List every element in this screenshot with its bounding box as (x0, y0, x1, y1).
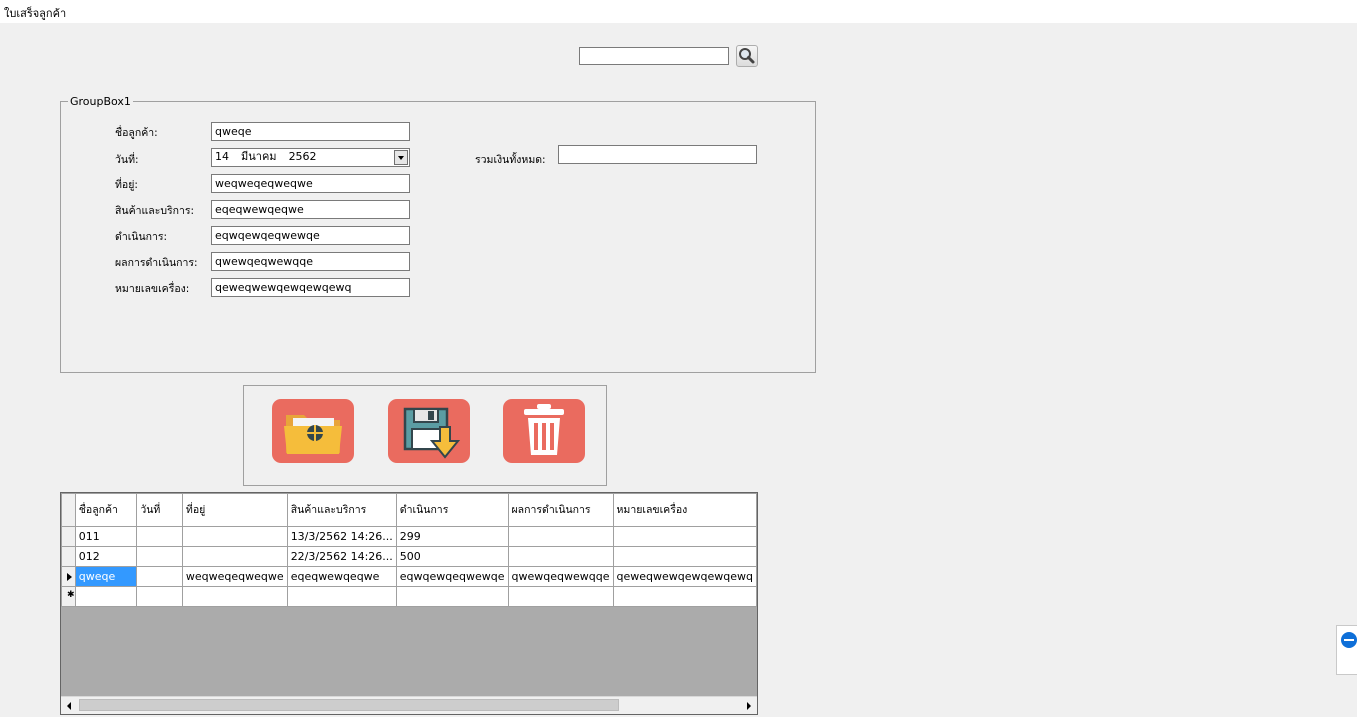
address-label: ที่อยู่: (115, 179, 138, 191)
magnifier-icon (739, 48, 755, 64)
row-header[interactable] (61, 546, 76, 567)
result-label: ผลการดำเนินการ: (115, 257, 198, 269)
customer-field[interactable]: qweqe (211, 122, 410, 141)
cell[interactable] (507, 586, 614, 607)
customer-label: ชื่อลูกค้า: (115, 127, 158, 139)
column-header[interactable]: ชื่อลูกค้า (74, 493, 138, 527)
cell[interactable]: 13/3/2562 14:26... (286, 526, 397, 547)
trash-icon (524, 404, 564, 455)
column-header[interactable]: วันที่ (136, 493, 183, 527)
total-label: รวมเงินทั้งหมด: (475, 154, 546, 166)
cell[interactable] (507, 526, 614, 547)
cell[interactable] (181, 586, 288, 607)
grid-header-row: ชื่อลูกค้า วันที่ ที่อยู่ สินค้าและบริกา… (61, 493, 757, 527)
grid-table: ชื่อลูกค้า วันที่ ที่อยู่ สินค้าและบริกา… (61, 493, 757, 607)
cell[interactable] (136, 586, 183, 607)
total-field[interactable] (558, 145, 757, 164)
corner-header (61, 493, 76, 527)
date-picker[interactable]: 14 มีนาคม 2562 (211, 148, 410, 167)
cell[interactable]: eqeqwewqeqwe (286, 566, 397, 587)
remote-support-icon (1341, 632, 1357, 648)
cell[interactable] (181, 546, 288, 567)
search-input[interactable] (579, 47, 729, 65)
column-header[interactable]: ดำเนินการ (395, 493, 509, 527)
products-label: สินค้าและบริการ: (115, 205, 195, 217)
scroll-right-icon[interactable] (740, 697, 757, 714)
machine-no-field[interactable]: qeweqwewqewqewqewq (211, 278, 410, 297)
row-header[interactable] (61, 566, 76, 587)
cell[interactable] (612, 546, 757, 567)
date-month: มีนาคม (241, 150, 277, 163)
cell[interactable] (136, 546, 183, 567)
horizontal-scrollbar[interactable] (61, 696, 757, 714)
window-title: ใบเสร็จลูกค้า (4, 7, 67, 20)
table-row-new[interactable]: ✱ (61, 586, 757, 607)
cell[interactable] (612, 586, 757, 607)
operation-label: ดำเนินการ: (115, 231, 168, 243)
groupbox (60, 101, 816, 373)
operation-field[interactable]: eqwqewqeqwewqe (211, 226, 410, 245)
cell-selected[interactable]: qweqe (74, 566, 138, 587)
table-row[interactable]: 011 13/3/2562 14:26... 299 (61, 526, 757, 547)
column-header[interactable]: สินค้าและบริการ (286, 493, 397, 527)
current-row-arrow-icon (67, 573, 72, 581)
folder-icon (284, 415, 342, 454)
cell[interactable]: 500 (395, 546, 509, 567)
address-field[interactable]: weqweqeqweqwe (211, 174, 410, 193)
floppy-save-icon (403, 407, 461, 459)
products-field[interactable]: eqeqwewqeqwe (211, 200, 410, 219)
date-day: 14 (215, 150, 229, 163)
cell[interactable] (74, 586, 138, 607)
cell[interactable]: 012 (74, 546, 138, 567)
column-header[interactable]: ที่อยู่ (181, 493, 288, 527)
table-row[interactable]: 012 22/3/2562 14:26... 500 (61, 546, 757, 567)
table-row-current[interactable]: qweqe weqweqeqweqwe eqeqwewqeqwe eqwqewq… (61, 566, 757, 587)
scrollbar-thumb[interactable] (79, 699, 619, 711)
column-header[interactable]: ผลการดำเนินการ (507, 493, 614, 527)
column-header[interactable]: หมายเลขเครื่อง (612, 493, 757, 527)
cell[interactable] (286, 586, 397, 607)
row-header[interactable]: ✱ (61, 586, 76, 607)
remote-support-widget[interactable] (1336, 625, 1357, 675)
save-button[interactable] (388, 399, 470, 463)
scroll-left-icon[interactable] (61, 697, 78, 714)
result-field[interactable]: qwewqeqwewqqe (211, 252, 410, 271)
dropdown-arrow-icon[interactable] (394, 150, 408, 165)
title-bar: ใบเสร็จลูกค้า (0, 0, 1357, 23)
cell[interactable] (395, 586, 509, 607)
cell[interactable] (612, 526, 757, 547)
date-year: 2562 (288, 150, 317, 163)
open-button[interactable] (272, 399, 354, 463)
cell[interactable] (181, 526, 288, 547)
data-grid[interactable]: ชื่อลูกค้า วันที่ ที่อยู่ สินค้าและบริกา… (60, 492, 758, 715)
cell[interactable]: 299 (395, 526, 509, 547)
row-header[interactable] (61, 526, 76, 547)
cell[interactable]: qwewqeqwewqqe (507, 566, 614, 587)
new-row-star-icon: ✱ (67, 590, 75, 600)
cell[interactable] (136, 526, 183, 547)
cell[interactable]: qeweqwewqewqewqewq (612, 566, 757, 587)
cell[interactable] (507, 546, 614, 567)
date-label: วันที่: (115, 154, 139, 166)
search-button[interactable] (736, 45, 758, 67)
groupbox-title: GroupBox1 (68, 95, 133, 108)
cell[interactable]: weqweqeqweqwe (181, 566, 288, 587)
machine-no-label: หมายเลขเครื่อง: (115, 283, 190, 295)
cell[interactable]: 011 (74, 526, 138, 547)
delete-button[interactable] (503, 399, 585, 463)
cell[interactable]: eqwqewqeqwewqe (395, 566, 509, 587)
cell[interactable] (136, 566, 183, 587)
cell[interactable]: 22/3/2562 14:26... (286, 546, 397, 567)
